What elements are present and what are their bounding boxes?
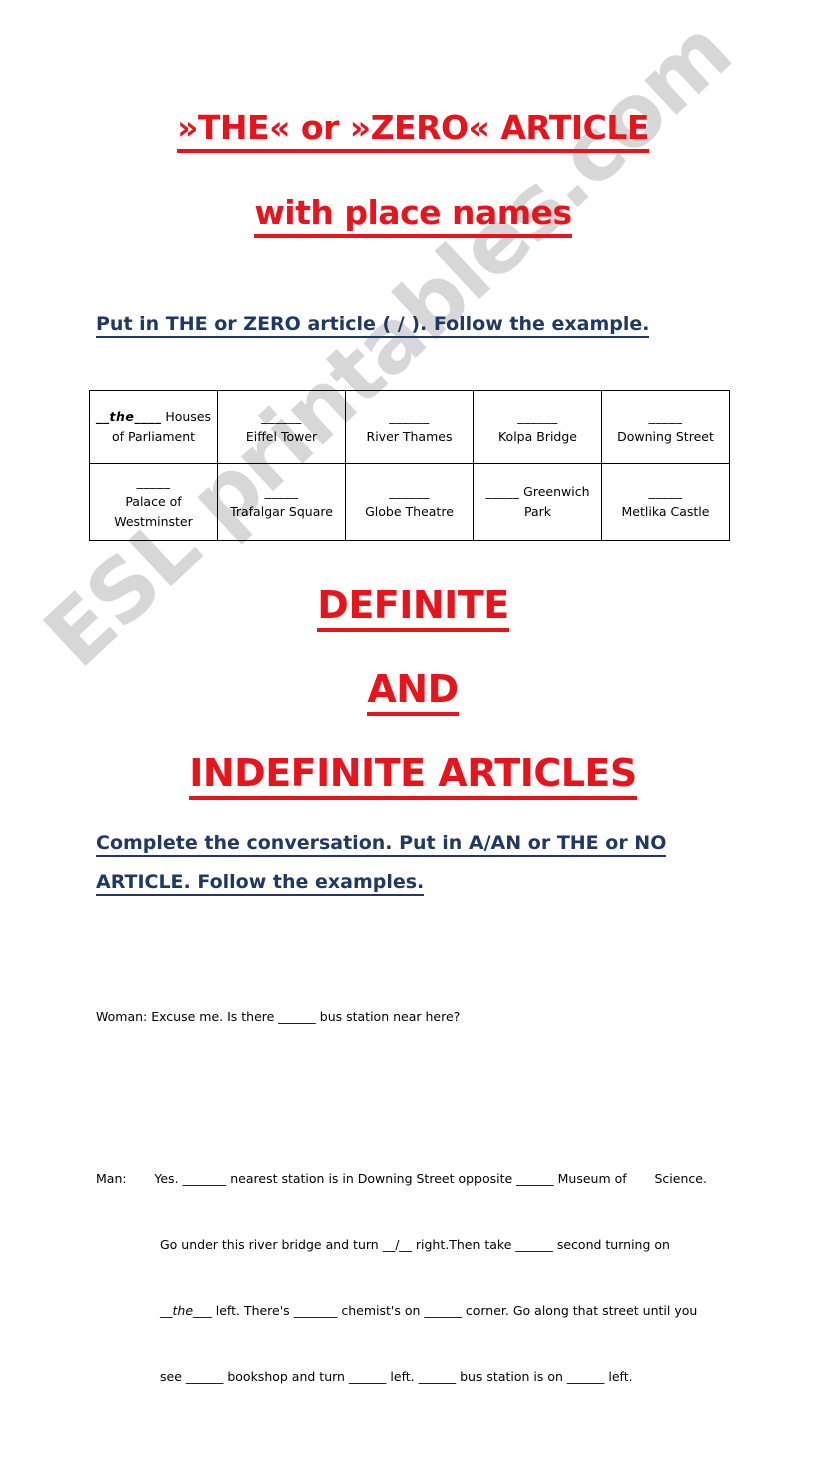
answer-blank[interactable]: __the____ [96,409,161,424]
instruction-task-2: Complete the conversation. Put in A/AN o… [96,824,746,902]
table-cell-metlika-castle[interactable]: _____ Metlika Castle [601,463,730,541]
instruction-task-2-text: Complete the conversation. Put in A/AN o… [96,832,667,896]
instruction-task-1: Put in THE or ZERO article ( / ). Follow… [96,305,746,344]
heading-and: AND [0,667,826,716]
table-cell-downing-street[interactable]: _____ Downing Street [601,390,730,464]
conversation-woman-line[interactable]: Woman: Excuse me. Is there ______ bus st… [96,1006,756,1028]
worksheet-title-line-2: with place names [0,193,826,238]
answer-blank[interactable]: _____ [649,409,683,424]
heading-and-text: AND [367,667,459,716]
place-name-line-1: Greenwich [519,484,590,499]
conversation-man-line-4[interactable]: see ______ bookshop and turn ______ left… [96,1366,756,1388]
table-cell-trafalgar-square[interactable]: _____ Trafalgar Square [217,463,346,541]
table-cell-houses-of-parliament[interactable]: __the____ Houses of Parliament [89,390,218,464]
conversation-exercise: Woman: Excuse me. Is there ______ bus st… [96,918,756,1484]
worksheet-page: »THE« or »ZERO« ARTICLE with place names… [0,0,826,1384]
place-name: Downing Street [617,429,714,444]
conversation-man-line-3[interactable]: __the___ left. There's _______ chemist's… [96,1300,756,1322]
place-name: Eiffel Tower [245,429,318,444]
table-cell-globe-theatre[interactable]: ______ Globe Theatre [345,463,474,541]
answer-blank-filled[interactable]: the [173,1303,194,1318]
answer-blank[interactable]: _____ [485,484,519,499]
table-cell-palace-of-westminster[interactable]: _____ Palace of Westminster [89,463,218,541]
worksheet-title-line-1: »THE« or »ZERO« ARTICLE [0,108,826,153]
conversation-woman-block: Woman: Excuse me. Is there ______ bus st… [96,962,756,1072]
heading-definite-text: DEFINITE [317,583,509,632]
place-name: Palace of Westminster [114,494,193,529]
table-cell-eiffel-tower[interactable]: ______ Eiffel Tower [217,390,346,464]
answer-blank[interactable]: _____ [649,484,683,499]
heading-indefinite: INDEFINITE ARTICLES [0,751,826,800]
answer-blank[interactable]: ______ [389,409,430,424]
conversation-man-line-1[interactable]: Man: Yes. _______ nearest station is in … [96,1168,756,1190]
place-name: Kolpa Bridge [497,429,577,444]
heading-indefinite-text: INDEFINITE ARTICLES [189,751,637,800]
table-row: __the____ Houses of Parliament ______ Ei… [89,390,730,464]
place-name: River Thames [366,429,453,444]
table-cell-river-thames[interactable]: ______ River Thames [345,390,474,464]
answer-blank[interactable]: ______ [261,409,302,424]
place-name: Trafalgar Square [230,504,333,519]
place-name: Globe Theatre [365,504,454,519]
heading-definite: DEFINITE [0,583,826,632]
answer-blank[interactable]: _____ [265,484,299,499]
worksheet-title-line-1-text: »THE« or »ZERO« ARTICLE [177,108,649,153]
place-name-line-2: Park [523,504,551,519]
table-cell-kolpa-bridge[interactable]: ______ Kolpa Bridge [473,390,602,464]
table-row: _____ Palace of Westminster _____ Trafal… [89,463,730,541]
worksheet-title-line-2-text: with place names [254,193,572,238]
place-name: Metlika Castle [621,504,710,519]
place-name-line-2: of Parliament [111,429,196,444]
answer-blank[interactable]: ______ [517,409,558,424]
answer-blank[interactable]: _____ [137,474,171,489]
place-names-table: __the____ Houses of Parliament ______ Ei… [89,390,730,541]
conversation-man-line-3-rest: ___ left. There's _______ chemist's on _… [193,1303,698,1318]
instruction-task-1-text: Put in THE or ZERO article ( / ). Follow… [96,313,650,338]
table-cell-greenwich-park[interactable]: _____ Greenwich Park [473,463,602,541]
place-name-line-1: Houses [161,409,212,424]
conversation-man-line-2[interactable]: Go under this river bridge and turn __/_… [96,1234,756,1256]
conversation-man-block: Man: Yes. _______ nearest station is in … [96,1124,756,1432]
answer-blank[interactable]: ______ [389,484,430,499]
answer-blank-prefix: __ [160,1303,173,1318]
